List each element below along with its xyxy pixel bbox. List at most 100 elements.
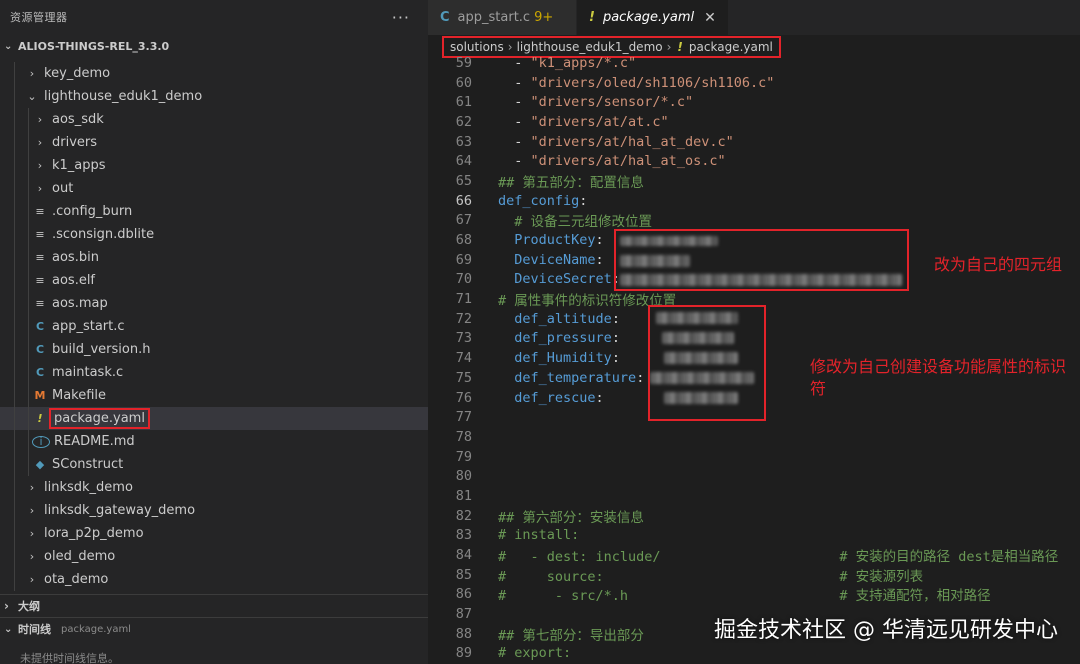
tab-bar: C app_start.c 9+ ! package.yaml ✕ [428,0,1080,35]
breadcrumb-item[interactable]: solutions [450,40,504,54]
line-number: 63 [455,133,472,150]
more-actions-icon[interactable]: ··· [392,8,410,27]
line-number: 77 [455,409,472,426]
line-number: 70 [455,271,472,288]
tree-item[interactable]: › key_demo [0,62,428,85]
code-line: 78 [428,427,1080,447]
code-line: 89 # export: [428,644,1080,664]
line-number: 73 [455,330,472,347]
tree-item[interactable]: › linksdk_demo [0,476,428,499]
code-token: - [498,94,531,111]
chevron-down-icon: ⌄ [4,40,13,52]
code-line: 60 - "drivers/oled/sh1106/sh1106.c" [428,73,1080,93]
line-number: 61 [455,94,472,111]
tree-item-label: k1_apps [52,158,106,173]
tree-item[interactable]: ≡ .sconsign.dblite [0,223,428,246]
timeline-section[interactable]: ⌄ 时间线 package.yaml [0,617,428,640]
tab-label: app_start.c [457,10,531,25]
code-token: ## 第五部分：配置信息 [498,174,644,191]
tree-item[interactable]: ≡ aos.map [0,292,428,315]
code-line: 62 - "drivers/at/at.c" [428,112,1080,132]
tree-item[interactable]: › drivers [0,131,428,154]
yaml-file-icon: ! [589,10,595,25]
tree-item-label: aos_sdk [52,112,104,127]
tree-item-label: README.md [54,434,135,449]
indent-guide [14,407,15,430]
indent-guide [14,223,15,246]
chevron-right-icon: › [507,40,513,54]
annotation-note-credentials: 改为自己的四元组 [934,255,1063,274]
yaml-file-icon: ! [677,40,683,54]
line-number: 84 [455,547,472,564]
code-token: "drivers/at/hal_at_os.c" [530,153,726,170]
tree-item[interactable]: › out [0,177,428,200]
explorer-header: 资源管理器 ··· [0,0,428,34]
breadcrumb-item[interactable]: package.yaml [689,40,773,54]
line-number: 86 [455,586,472,603]
indent-guide [28,200,29,223]
tab-package-yaml[interactable]: ! package.yaml ✕ [577,0,729,35]
c-file-icon: C [35,320,45,333]
code-token: - [498,54,531,71]
line-number: 81 [455,487,472,504]
code-token: : [636,369,645,386]
indent-guide [14,177,15,200]
line-number: 67 [455,212,472,229]
tree-item-label: SConstruct [52,457,124,472]
tree-item-label: lora_p2p_demo [44,526,144,541]
tree-item[interactable]: ⌄ lighthouse_eduk1_demo [0,85,428,108]
tree-item[interactable]: ≡ aos.elf [0,269,428,292]
code-line: 66 def_config: [428,191,1080,211]
indent-guide [14,315,15,338]
indent-guide [28,361,29,384]
line-number: 80 [455,468,472,485]
tree-item[interactable]: ≡ .config_burn [0,200,428,223]
tree-item[interactable]: › k1_apps [0,154,428,177]
outline-section[interactable]: › 大纲 [0,594,428,617]
tree-item[interactable]: ≡ aos.bin [0,246,428,269]
info-icon: i [32,435,50,448]
chevron-right-icon: › [4,599,9,613]
timeline-file: package.yaml [61,623,131,635]
indent-guide [28,292,29,315]
indent-guide [14,453,15,476]
tree-item[interactable]: ◆ SConstruct [0,453,428,476]
tree-item[interactable]: Cbuild_version.h [0,338,428,361]
project-root[interactable]: ⌄ ALIOS-THINGS-REL_3.3.0 [0,34,428,58]
close-icon[interactable]: ✕ [704,10,716,26]
code-token: # - dest: include/ # 安装的目的路径 dest是相当路径 [498,549,1059,566]
tree-item[interactable]: › oled_demo [0,545,428,568]
line-number: 64 [455,153,472,170]
tree-item[interactable]: i README.md [0,430,428,453]
tree-item[interactable]: Capp_start.c [0,315,428,338]
tree-item[interactable]: › ota_demo [0,568,428,591]
indent-guide [28,108,29,131]
tree-item[interactable]: › aos_sdk [0,108,428,131]
code-line: 85 # source: # 安装源列表 [428,565,1080,585]
code-token: - [498,113,531,130]
file-tree: › key_demo ⌄ lighthouse_eduk1_demo › aos_sdk ›… [0,62,428,591]
code-line: 79 [428,447,1080,467]
tree-item-label: maintask.c [52,365,124,380]
line-number: 60 [455,74,472,91]
tree-item[interactable]: M Makefile [0,384,428,407]
code-token: def_altitude [514,310,612,327]
code-line: 64 - "drivers/at/hal_at_os.c" [428,151,1080,171]
makefile-icon: M [34,389,46,402]
tab-app-start-c[interactable]: C app_start.c 9+ [428,0,577,35]
c-file-icon: C [35,343,45,356]
tree-item[interactable]: ! package.yaml [0,407,428,430]
indent-guide [14,85,15,108]
tree-item[interactable]: Cmaintask.c [0,361,428,384]
indent-guide [14,131,15,154]
breadcrumb-item[interactable]: lighthouse_eduk1_demo [517,40,663,54]
tree-item-label: out [52,181,74,196]
code-token: : [595,232,604,249]
tree-item[interactable]: › lora_p2p_demo [0,522,428,545]
indent-guide [14,545,15,568]
tree-item[interactable]: › linksdk_gateway_demo [0,499,428,522]
line-number: 66 [455,192,472,209]
file-lines-icon: ≡ [35,297,45,310]
